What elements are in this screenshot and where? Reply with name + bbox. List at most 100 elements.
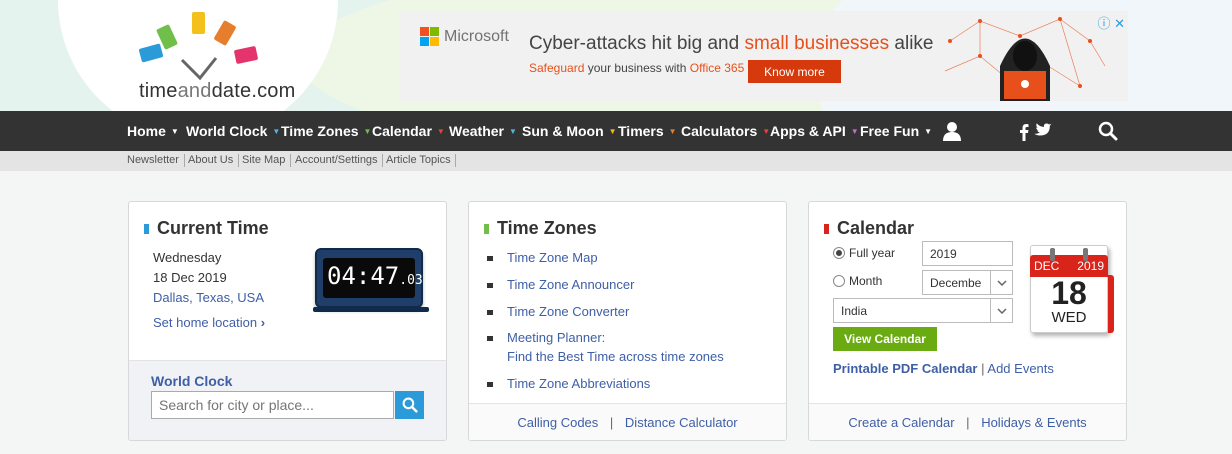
- tz-link-converter[interactable]: Time Zone Converter: [507, 304, 629, 319]
- set-home-location-link[interactable]: Set home location ›: [153, 315, 265, 330]
- user-icon[interactable]: [942, 121, 962, 141]
- subnav-divider: [290, 154, 291, 167]
- world-clock-label[interactable]: World Clock: [151, 373, 232, 389]
- tz-link-announcer[interactable]: Time Zone Announcer: [507, 277, 634, 292]
- chevron-down-icon: ▼: [170, 126, 179, 136]
- subnav-divider: [382, 154, 383, 167]
- chevron-down-icon: ▼: [363, 126, 372, 136]
- subnav-newsletter[interactable]: Newsletter: [127, 154, 179, 166]
- subnav-divider: [455, 154, 456, 167]
- list-bullet: [487, 382, 493, 387]
- nav-timers[interactable]: Timers ▼: [618, 111, 677, 151]
- current-location-link[interactable]: Dallas, Texas, USA: [153, 290, 264, 305]
- chevron-down-icon: ▼: [924, 126, 933, 136]
- add-events-link[interactable]: Add Events: [987, 361, 1054, 376]
- nav-timers-label: Timers: [618, 123, 664, 139]
- clock-base: [313, 307, 429, 312]
- nav-calendar[interactable]: Calendar ▼: [372, 111, 445, 151]
- nav-apps-api-label: Apps & API: [770, 123, 846, 139]
- tz-link-abbreviations[interactable]: Time Zone Abbreviations: [507, 376, 650, 391]
- nav-calculators-label: Calculators: [681, 123, 758, 139]
- logo-text-and: and: [177, 80, 212, 102]
- world-clock-search-input[interactable]: [151, 391, 394, 419]
- year-input[interactable]: 2019: [922, 241, 1013, 266]
- list-bullet: [487, 336, 493, 341]
- tz-link-meeting-planner[interactable]: Meeting Planner:: [507, 330, 605, 345]
- chevron-down-icon: ▼: [668, 126, 677, 136]
- digital-clock: 04:47 .03: [313, 248, 429, 312]
- month-select-value: Decembe: [930, 275, 982, 290]
- search-icon: [402, 397, 418, 413]
- chevron-down-icon: ▼: [508, 126, 517, 136]
- ad-headline: Cyber-attacks hit big and small business…: [529, 33, 933, 55]
- tz-link-time-zone-map[interactable]: Time Zone Map: [507, 250, 598, 265]
- full-year-label: Full year: [849, 246, 896, 260]
- subnav-about-us[interactable]: About Us: [188, 154, 233, 166]
- main-nav: Home ▼ World Clock ▼ Time Zones ▼ Calendar ▼…: [0, 111, 1232, 151]
- nav-sun-moon[interactable]: Sun & Moon ▼: [522, 111, 617, 151]
- nav-free-fun[interactable]: Free Fun ▼: [860, 111, 932, 151]
- subnav-site-map[interactable]: Site Map: [242, 154, 285, 166]
- month-select[interactable]: Decembe: [922, 270, 1013, 295]
- holidays-events-link[interactable]: Holidays & Events: [981, 415, 1087, 430]
- calendar-card: Calendar Full year 2019 Month Decembe In…: [808, 201, 1127, 441]
- country-select[interactable]: India: [833, 298, 1013, 323]
- ad-close-icon[interactable]: ⓘ ✕: [1097, 13, 1125, 32]
- nav-time-zones-label: Time Zones: [281, 123, 359, 139]
- chevron-down-icon: ▼: [762, 126, 771, 136]
- calendar-title: Calendar: [824, 218, 914, 239]
- chevron-right-icon: ›: [260, 315, 266, 330]
- clock-main-digits: 04:47: [327, 262, 400, 290]
- ad-brand: Microsoft: [444, 28, 509, 45]
- time-zones-footer: Calling Codes | Distance Calculator: [469, 403, 786, 440]
- footer-separator: |: [609, 415, 614, 430]
- nav-free-fun-label: Free Fun: [860, 123, 920, 139]
- calendar-footer: Create a Calendar | Holidays & Events: [809, 403, 1126, 440]
- calendar-icon-day: 18: [1051, 275, 1087, 311]
- nav-calculators[interactable]: Calculators ▼: [681, 111, 770, 151]
- world-clock-search-button[interactable]: [395, 391, 424, 419]
- ad-subline-part: your business with: [584, 61, 690, 75]
- ad-hacker-illustration-icon: [944, 17, 1106, 101]
- year-input-value: 2019: [930, 246, 957, 261]
- calendar-icon-month: DEC: [1034, 259, 1060, 273]
- full-year-radio[interactable]: [833, 247, 845, 259]
- calendar-icon-ring: [1050, 248, 1055, 261]
- chevron-down-icon: ▼: [608, 126, 617, 136]
- time-zones-footer-links: Calling Codes | Distance Calculator: [469, 415, 786, 430]
- footer-separator: |: [966, 415, 970, 430]
- printable-pdf-calendar-link[interactable]: Printable PDF Calendar: [833, 361, 977, 376]
- facebook-icon[interactable]: [1019, 123, 1029, 141]
- subnav-article-topics[interactable]: Article Topics: [386, 154, 451, 166]
- nav-weather[interactable]: Weather ▼: [449, 111, 517, 151]
- radio-selected-dot: [836, 250, 842, 256]
- logo-wordmark: timeanddate.com: [139, 80, 295, 103]
- time-zones-card: Time Zones Time Zone Map Time Zone Annou…: [468, 201, 787, 441]
- month-label: Month: [849, 274, 883, 288]
- list-bullet: [487, 283, 493, 288]
- nav-apps-api[interactable]: Apps & API ▼: [770, 111, 859, 151]
- create-calendar-link[interactable]: Create a Calendar: [848, 415, 954, 430]
- ad-subline: Safeguard your business with Office 365: [529, 61, 744, 75]
- view-calendar-button[interactable]: View Calendar: [833, 327, 937, 351]
- view-calendar-button-label: View Calendar: [844, 332, 926, 346]
- nav-time-zones[interactable]: Time Zones ▼: [281, 111, 371, 151]
- calling-codes-link[interactable]: Calling Codes: [517, 415, 598, 430]
- nav-world-clock[interactable]: World Clock ▼: [186, 111, 280, 151]
- clock-screen: 04:47 .03: [323, 258, 423, 298]
- month-radio[interactable]: [833, 275, 845, 287]
- logo-icon: [139, 12, 258, 81]
- search-icon[interactable]: [1098, 121, 1118, 141]
- distance-calculator-link[interactable]: Distance Calculator: [625, 415, 738, 430]
- ad-banner[interactable]: Microsoft Cyber-attacks hit big and smal…: [400, 11, 1128, 101]
- twitter-icon[interactable]: [1033, 123, 1053, 139]
- subnav-account-settings[interactable]: Account/Settings: [295, 154, 378, 166]
- current-time-title-text: Current Time: [157, 218, 269, 238]
- nav-weather-label: Weather: [449, 123, 504, 139]
- ad-know-more-button[interactable]: Know more: [748, 60, 841, 83]
- tz-link-meeting-planner-desc[interactable]: Find the Best Time across time zones: [507, 349, 724, 364]
- nav-home[interactable]: Home ▼: [127, 111, 179, 151]
- calendar-icon-edge: [1108, 275, 1114, 333]
- site-logo[interactable]: timeanddate.com: [138, 12, 318, 107]
- list-bullet: [487, 256, 493, 261]
